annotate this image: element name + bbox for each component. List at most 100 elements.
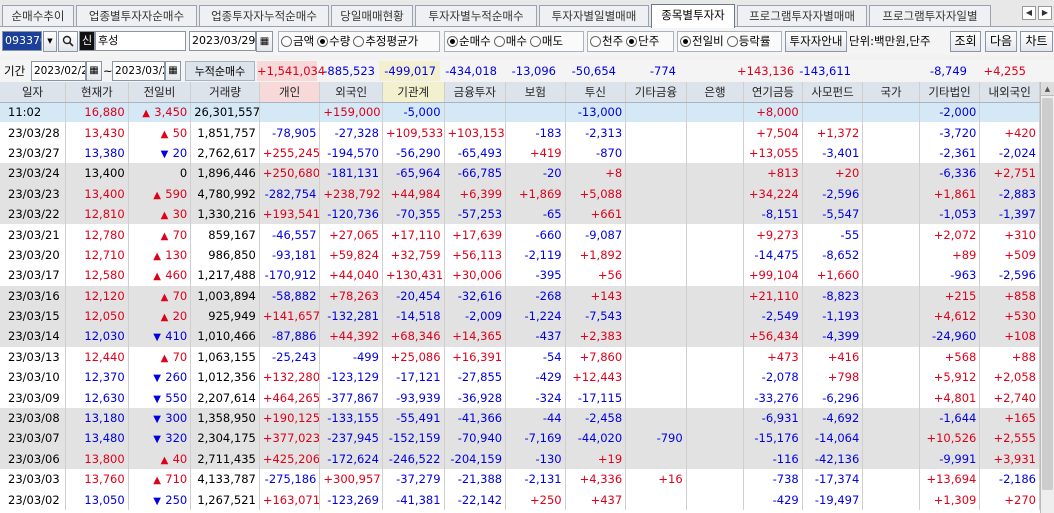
column-header[interactable]: 은행 [686,82,745,103]
row-investor-value: +130,431 [382,265,445,286]
search-button[interactable]: 조회 [950,31,981,52]
row-investor-value: +255,245 [259,142,321,164]
period-from-input[interactable]: 2023/02/28 [31,61,86,81]
tab-1[interactable]: 업종별투자자순매수 [76,5,197,26]
cumulative-sum-12: +4,255 [983,64,1026,78]
table-row[interactable]: 23/03/07 13,480 ▼ 320 2,304,175 +377,023 -237,… [0,428,1040,449]
column-header[interactable]: 금융투자 [444,82,507,103]
table-row[interactable]: 23/03/20 12,710 ▲ 130 986,850 -93,181 +59,824 +… [0,244,1040,266]
row-investor-value: +56 [565,265,627,286]
calendar-to-icon[interactable]: ▦ [165,61,181,81]
cumulative-sum-11: -8,749 [929,64,967,78]
investor-guide-button[interactable]: 투자자안내 [785,31,847,52]
row-date: 23/03/28 [0,122,67,143]
unit-radio-1[interactable]: 단주 [626,32,659,51]
radio-label: 등락률 [738,34,771,48]
vertical-scrollbar[interactable]: ▲ [1040,82,1054,513]
column-header[interactable]: 기타법인 [919,82,981,103]
row-investor-value [625,448,687,470]
column-header[interactable]: 연기금등 [743,82,803,103]
column-header[interactable]: 국가 [862,82,920,103]
row-volume: 1,063,155 [190,346,260,368]
table-row[interactable]: 23/03/13 12,440 ▲ 70 1,063,155 -25,243 -499 +25… [0,346,1040,368]
column-header[interactable]: 개인 [259,82,321,103]
row-investor-value [625,305,687,327]
column-header[interactable]: 내외국인 [979,82,1040,103]
ratio-radio-1[interactable]: 등락률 [726,32,771,51]
tab-4[interactable]: 투자자별누적순매수 [415,5,537,26]
column-header[interactable]: 보험 [505,82,566,103]
qty-radio-2[interactable]: 추정평균가 [353,32,418,51]
column-header[interactable]: 사모펀드 [802,82,864,103]
row-investor-value [686,224,745,245]
table-row[interactable]: 23/03/03 13,760 ▲ 710 4,133,787 -275,186 +300,… [0,469,1040,490]
column-header[interactable]: 거래량 [190,82,260,103]
table-row[interactable]: 23/03/21 12,780 ▲ 70 859,167 -46,557 +27,065 +1… [0,224,1040,245]
tab-0[interactable]: 순매수추이 [2,5,74,26]
tab-7[interactable]: 프로그램투자자별매매 [737,5,867,26]
qty-radio-0[interactable]: 금액 [281,32,314,51]
row-investor-value [862,203,920,225]
unit-radio-0[interactable]: 천주 [590,32,623,51]
tab-6[interactable]: 종목별투자자 [651,4,735,28]
table-row[interactable]: 23/03/02 13,050 ▼ 250 1,267,521 +163,071 -123,… [0,489,1040,510]
tab-8[interactable]: 프로그램투자자일별 [869,5,991,26]
qty-radio-1[interactable]: 수량 [317,32,350,51]
period-to-input[interactable]: 2023/03/29 [112,61,165,81]
next-button[interactable]: 다음 [985,31,1017,52]
row-investor-value: -1,397 [979,203,1040,225]
column-header[interactable]: 투신 [565,82,627,103]
tab-prev-icon[interactable]: ◀ [1022,6,1036,20]
column-header[interactable]: 현재가 [65,82,129,103]
row-investor-value: +2,058 [979,367,1040,388]
table-row[interactable]: 23/03/10 12,370 ▼ 260 1,012,356 +132,280 -123,… [0,367,1040,388]
tab-3[interactable]: 당일매매현황 [331,5,413,26]
date-input[interactable]: 2023/03/29 [189,31,256,51]
stock-code-dropdown[interactable]: ▼ [43,31,57,52]
table-row[interactable]: 23/03/16 12,120 ▲ 70 1,003,894 -58,882 +78,263… [0,285,1040,306]
row-investor-value: -17,374 [802,469,864,490]
table-row[interactable]: 23/03/27 13,380 ▼ 20 2,762,617 +255,245 -194,5… [0,142,1040,164]
row-investor-value [625,163,687,184]
column-header[interactable]: 전일비 [128,82,192,103]
table-row[interactable]: 23/03/23 13,400 ▲ 590 4,780,992 -282,754 +238,… [0,183,1040,204]
table-row[interactable]: 23/03/08 13,180 ▼ 300 1,358,950 +190,125 -133,… [0,407,1040,429]
trade-radio-1[interactable]: 매수 [493,32,527,51]
row-investor-value: -20,454 [382,285,445,306]
row-investor-value: -93,181 [259,244,321,266]
table-row[interactable]: 23/03/22 12,810 ▲ 30 1,330,216 +193,541 -120,7… [0,203,1040,225]
search-icon[interactable] [58,31,78,52]
chart-button[interactable]: 차트 [1020,31,1053,52]
row-investor-value: +250,680 [259,163,321,184]
table-row[interactable]: 23/03/24 13,400 0 1,896,446 +250,680 -181,131… [0,163,1040,184]
tab-2[interactable]: 업종투자자누적순매수 [199,5,329,26]
column-header[interactable]: 일자 [0,82,67,103]
column-header[interactable]: 기관계 [382,82,445,103]
scroll-thumb[interactable] [1042,98,1053,490]
down-arrow-icon: ▼ [153,332,161,344]
table-row[interactable]: 23/03/28 13,430 ▲ 50 1,851,757 -78,905 -27,328… [0,122,1040,143]
ratio-radio-0[interactable]: 전일비 [680,32,724,51]
scroll-up-icon[interactable]: ▲ [1041,82,1054,96]
calendar-icon[interactable]: ▦ [256,31,273,52]
table-row[interactable]: 23/03/06 13,800 ▲ 40 2,711,435 +425,206 -172,6… [0,448,1040,470]
row-change: ▲ 460 [128,265,192,286]
radio-dot-icon [353,36,365,47]
column-header[interactable]: 기타금융 [625,82,687,103]
calendar-from-icon[interactable]: ▦ [86,61,102,81]
tab-next-icon[interactable]: ▶ [1038,6,1052,20]
column-header[interactable]: 외국인 [319,82,383,103]
row-investor-value: -78,905 [259,122,321,143]
trade-radio-2[interactable]: 매도 [529,32,563,51]
tab-5[interactable]: 투자자별일별매매 [539,5,649,26]
table-row[interactable]: 23/03/15 12,050 ▲ 20 925,949 +141,657 -132,281… [0,305,1040,327]
trade-radio-0[interactable]: 순매수 [447,32,491,51]
table-row[interactable]: 23/03/14 12,030 ▼ 410 1,010,466 -87,886 +44,39… [0,326,1040,347]
row-investor-value [686,489,745,510]
table-row[interactable]: 23/03/17 12,580 ▲ 460 1,217,488 -170,912 +44,0… [0,265,1040,286]
row-investor-value: +8,000 [743,102,803,123]
stock-code-input[interactable]: 093370 [2,31,42,51]
row-investor-value: +6,399 [444,183,507,204]
table-row[interactable]: 23/03/09 12,630 ▼ 550 2,207,614 +464,265 -377,… [0,387,1040,408]
table-row[interactable]: 11:02 16,880 ▲ 3,450 26,301,557 +159,000 -5,00… [0,102,1040,123]
